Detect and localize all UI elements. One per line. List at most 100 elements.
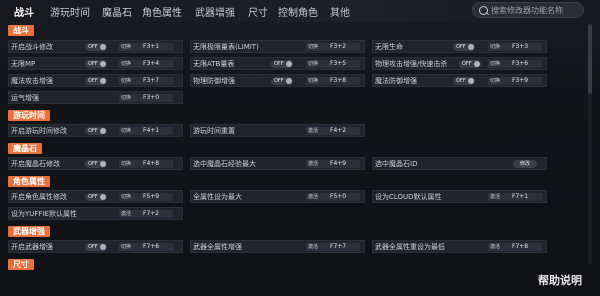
cheat-item: 选中魔晶石ID 修改 [372, 157, 547, 170]
tab-playtime[interactable]: 游玩时间 [50, 4, 90, 19]
hotkey-field[interactable]: 切换 F3+8 [306, 77, 360, 85]
cheat-label: 无限ATB量表 [193, 60, 235, 68]
hotkey-field[interactable]: 激活 F7+7 [306, 243, 360, 251]
hotkey-field[interactable]: 切换 F4+8 [119, 160, 173, 168]
toggle-switch[interactable]: OFF [271, 60, 293, 68]
hotkey-field[interactable]: 切换 F3+6 [488, 60, 542, 68]
scrollbar[interactable] [588, 24, 592, 264]
toggle-switch[interactable]: OFF [85, 43, 107, 51]
cheat-label: 武器全属性重设为最低 [375, 243, 445, 251]
tab-materia[interactable]: 魔晶石 [102, 4, 132, 19]
toggle-switch[interactable]: OFF [271, 77, 293, 85]
cheat-item: 魔法攻击增强 OFF 切换 F3+7 [8, 74, 183, 87]
cheat-label: 游玩时间重置 [193, 127, 235, 135]
cheat-label: 设为YUFFIE默认属性 [11, 210, 77, 218]
cheat-label: 物理攻击增强/快速击杀 [375, 60, 448, 68]
hotkey-field[interactable]: 激活 F7+1 [488, 193, 542, 201]
tab-other[interactable]: 其他 [330, 4, 350, 19]
cheat-label: 设为CLOUD默认属性 [375, 193, 442, 201]
toggle-switch[interactable]: OFF [85, 77, 107, 85]
tab-control-character[interactable]: 控制角色 [278, 4, 318, 19]
search-input[interactable] [491, 4, 579, 16]
trainer-window: 战斗 游玩时间 魔晶石 角色属性 武器增强 尺寸 控制角色 其他 战斗 开启战斗… [0, 0, 600, 296]
table-row: 魔法攻击增强 OFF 切换 F3+7 物理防御增强 OFF 切换 F3+8 魔法防御… [8, 74, 588, 88]
hotkey-field[interactable]: 激活 F4+2 [306, 127, 360, 135]
edit-button[interactable]: 修改 [513, 160, 537, 168]
cheat-label: 选中魔晶石经验最大 [193, 160, 256, 168]
table-row: 开启角色属性修改 OFF 切换 F5+9 全属性设为最大 激活 F5+0 设为CLO… [8, 190, 588, 204]
cheat-label: 武器全属性增强 [193, 243, 242, 251]
cheat-label: 魔法防御增强 [375, 77, 417, 85]
cheat-label: 物理防御增强 [193, 77, 235, 85]
scrollbar-thumb[interactable] [588, 24, 592, 94]
cheat-item: 物理防御增强 OFF 切换 F3+8 [190, 74, 365, 87]
toggle-switch[interactable]: OFF [453, 77, 475, 85]
cheat-item: 开启角色属性修改 OFF 切换 F5+9 [8, 190, 183, 203]
hotkey-field[interactable]: 激活 F7+8 [488, 243, 542, 251]
tab-bar: 战斗 游玩时间 魔晶石 角色属性 武器增强 尺寸 控制角色 其他 [0, 0, 600, 22]
tab-attributes[interactable]: 角色属性 [142, 4, 182, 19]
table-row: 开启魔晶石修改 OFF 切换 F4+8 选中魔晶石经验最大 激活 F4+9 选中魔晶… [8, 157, 588, 171]
hotkey-field[interactable]: 切换 F3+5 [306, 60, 360, 68]
table-row: 设为YUFFIE默认属性 激活 F7+2 [8, 207, 588, 221]
table-row: 开启武器增强 OFF 切换 F7+6 武器全属性增强 激活 F7+7 武器全属性重设… [8, 240, 588, 254]
cheat-label: 无限生命 [375, 43, 403, 51]
hotkey-field[interactable]: 切换 F3+0 [119, 94, 173, 102]
cheat-label: 无限极限量表(LIMIT) [193, 43, 259, 51]
cheat-item: 设为CLOUD默认属性 激活 F7+1 [372, 190, 547, 203]
hotkey-field[interactable]: 切换 F5+9 [119, 193, 173, 201]
cheat-label: 全属性设为最大 [193, 193, 242, 201]
hotkey-field[interactable]: 切换 F3+3 [488, 43, 542, 51]
cheat-item: 无限生命 OFF 切换 F3+3 [372, 40, 547, 53]
cheat-item: 武器全属性增强 激活 F7+7 [190, 240, 365, 253]
hotkey-field[interactable]: 激活 F5+0 [306, 193, 360, 201]
search-box[interactable] [472, 2, 584, 18]
hotkey-field[interactable]: 切换 F3+4 [119, 60, 173, 68]
table-row: 开启游玩时间修改 OFF 切换 F4+1 游玩时间重置 激活 F4+2 [8, 124, 588, 138]
cheat-item: 物理攻击增强/快速击杀 OFF 切换 F3+6 [372, 57, 547, 70]
cheat-item: 开启游玩时间修改 OFF 切换 F4+1 [8, 124, 183, 137]
toggle-switch[interactable]: OFF [85, 243, 107, 251]
cheat-item: 无限ATB量表 OFF 切换 F3+5 [190, 57, 365, 70]
cheat-label: 开启武器增强 [11, 243, 53, 251]
hotkey-field[interactable]: 切换 F3+9 [488, 77, 542, 85]
section-playtime: 游玩时间 [8, 110, 50, 121]
hotkey-field[interactable]: 激活 F4+9 [306, 160, 360, 168]
tab-battle[interactable]: 战斗 [14, 4, 34, 19]
cheat-label: 无限MP [11, 60, 36, 68]
table-row: 无限MP OFF 切换 F3+4 无限ATB量表 OFF 切换 F3+5 物理攻击增… [8, 57, 588, 71]
help-link[interactable]: 帮助说明 [538, 272, 582, 288]
section-weapon: 武器增强 [8, 226, 50, 237]
hotkey-field[interactable]: 切换 F4+1 [119, 127, 173, 135]
cheat-item: 运气增强 切换 F3+0 [8, 91, 183, 104]
tab-size[interactable]: 尺寸 [248, 4, 268, 19]
search-icon [479, 6, 488, 15]
toggle-switch[interactable]: OFF [85, 160, 107, 168]
hotkey-field[interactable]: 切换 F7+6 [119, 243, 173, 251]
hotkey-field[interactable]: 切换 F3+2 [306, 43, 360, 51]
section-attributes: 角色属性 [8, 176, 50, 187]
cheat-item: 选中魔晶石经验最大 激活 F4+9 [190, 157, 365, 170]
cheat-label: 开启游玩时间修改 [11, 127, 67, 135]
toggle-switch[interactable]: OFF [453, 43, 475, 51]
toggle-switch[interactable]: OFF [85, 127, 107, 135]
section-battle: 战斗 [8, 25, 34, 36]
cheat-item: 开启魔晶石修改 OFF 切换 F4+8 [8, 157, 183, 170]
cheat-item: 设为YUFFIE默认属性 激活 F7+2 [8, 207, 183, 220]
cheat-item: 开启战斗修改 OFF 切换 F3+1 [8, 40, 183, 53]
cheat-item: 全属性设为最大 激活 F5+0 [190, 190, 365, 203]
section-size: 尺寸 [8, 259, 34, 270]
hotkey-field[interactable]: 激活 F7+2 [119, 210, 173, 218]
hotkey-field[interactable]: 切换 F3+7 [119, 77, 173, 85]
table-row: 开启战斗修改 OFF 切换 F3+1 无限极限量表(LIMIT) 切换 F3+2 无… [8, 40, 588, 54]
hotkey-field[interactable]: 切换 F3+1 [119, 43, 173, 51]
toggle-switch[interactable]: OFF [85, 60, 107, 68]
cheat-item: 无限极限量表(LIMIT) 切换 F3+2 [190, 40, 365, 53]
toggle-switch[interactable]: OFF [459, 60, 481, 68]
table-row: 运气增强 切换 F3+0 [8, 91, 588, 105]
section-materia: 魔晶石 [8, 143, 42, 154]
cheat-label: 魔法攻击增强 [11, 77, 53, 85]
tab-weapon[interactable]: 武器增强 [195, 4, 235, 19]
toggle-switch[interactable]: OFF [85, 193, 107, 201]
cheat-label: 开启角色属性修改 [11, 193, 67, 201]
